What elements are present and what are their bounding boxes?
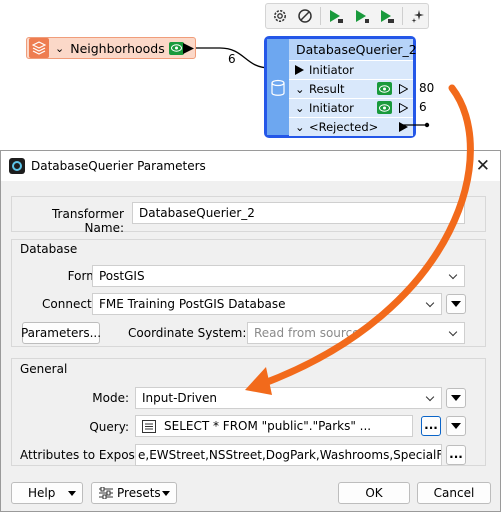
annotation-arrow bbox=[245, 84, 474, 395]
